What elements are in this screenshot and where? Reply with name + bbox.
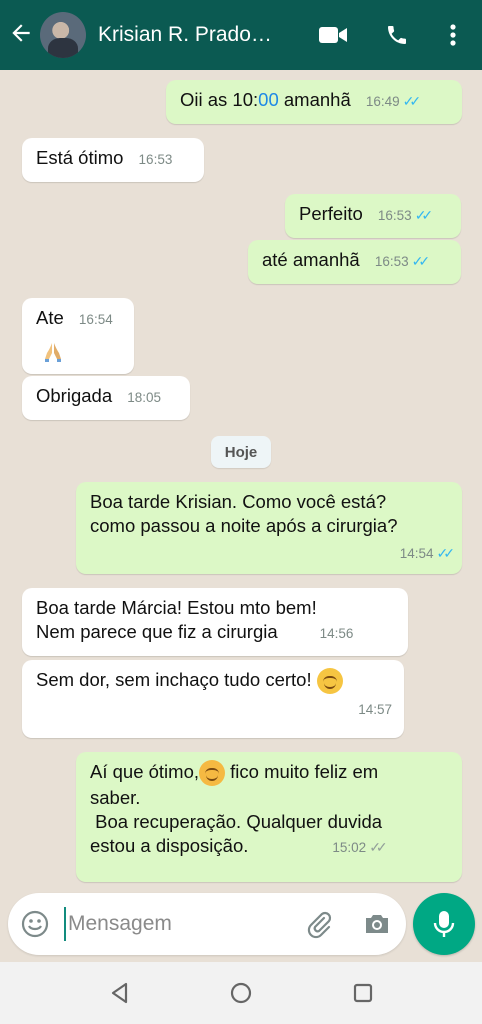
message-text: Aí que ótimo, <box>90 761 200 782</box>
message-time: 14:57 <box>358 702 392 718</box>
message-text: Sem dor, sem inchaço tudo certo! <box>36 669 312 690</box>
message-text-line: Boa tarde Krisian. Como você está? <box>90 491 387 512</box>
message-bubble-incoming[interactable]: Sem dor, sem inchaço tudo certo! 14:57 <box>22 660 404 738</box>
home-circle-icon[interactable] <box>228 980 254 1006</box>
message-bubble-incoming[interactable]: Obrigada 18:05 <box>22 376 190 420</box>
message-bubble-incoming[interactable]: Boa tarde Márcia! Estou mto bem! Nem par… <box>22 588 408 656</box>
message-text: fico muito feliz em <box>225 761 379 782</box>
message-text-line: Aí que ótimo, fico muito feliz em <box>90 760 450 787</box>
recent-apps-icon[interactable] <box>350 980 376 1006</box>
message-text: até amanhã <box>262 249 360 270</box>
phone-icon[interactable] <box>380 18 414 52</box>
message-text: estou a disposição. <box>90 835 249 857</box>
paperclip-icon[interactable] <box>304 909 334 939</box>
praying-hands-icon <box>34 338 72 366</box>
message-input[interactable] <box>64 907 294 941</box>
time-link[interactable]: 00 <box>258 89 279 110</box>
message-text-line: Boa recuperação. Qualquer duvida <box>90 811 383 833</box>
emoji-icon[interactable] <box>20 909 50 939</box>
message-bubble-outgoing[interactable]: Oii as 10:00 amanhã 16:49 ✓✓ <box>166 80 462 124</box>
message-time: 16:53 <box>138 152 173 167</box>
message-text-line: como passou a noite após a cirurgia? <box>90 515 398 536</box>
message-bubble-incoming[interactable]: Está ótimo 16:53 <box>22 138 204 182</box>
camera-icon[interactable] <box>362 909 392 939</box>
read-ticks-icon: ✓✓ <box>411 253 431 269</box>
avatar[interactable] <box>40 12 86 58</box>
message-time: 14:56 <box>319 626 354 641</box>
message-list: Oii as 10:00 amanhã 16:49 ✓✓ Está ótimo 1… <box>0 70 482 890</box>
smiling-face-icon <box>316 668 343 695</box>
arrow-left-icon[interactable] <box>8 20 38 50</box>
message-bubble-outgoing[interactable]: Perfeito 16:53 ✓✓ <box>285 194 461 238</box>
message-text: Perfeito <box>299 203 363 224</box>
message-text-line: Nem parece que fiz a cirurgia 14:56 <box>36 620 396 646</box>
message-text-line: Boa tarde Márcia! Estou mto bem! <box>36 597 317 618</box>
read-ticks-icon: ✓✓ <box>414 207 434 223</box>
back-triangle-icon[interactable] <box>107 980 133 1006</box>
read-ticks-icon: ✓✓ <box>402 93 422 109</box>
message-text: Está ótimo <box>36 147 124 168</box>
day-separator: Hoje <box>211 436 271 468</box>
message-time: 16:49 <box>365 94 400 109</box>
message-text: Oii as 10: <box>180 89 259 110</box>
message-bubble-outgoing[interactable]: Boa tarde Krisian. Como você está? como … <box>76 482 462 574</box>
message-bubble-outgoing[interactable]: Aí que ótimo, fico muito feliz em saber.… <box>76 752 462 882</box>
smiling-blush-face-icon <box>199 760 226 787</box>
message-text: amanhã <box>278 89 351 110</box>
chat-header: Krisian R. Prado… <box>0 0 482 70</box>
microphone-icon[interactable] <box>413 893 475 955</box>
message-time: 14:54 <box>399 546 434 561</box>
video-call-icon[interactable] <box>316 18 350 52</box>
contact-name[interactable]: Krisian R. Prado… <box>98 23 298 47</box>
delivered-ticks-icon: ✓✓ <box>369 839 388 856</box>
message-text-line: saber. <box>90 787 141 809</box>
system-navigation-bar <box>0 962 482 1024</box>
message-text: Nem parece que fiz a cirurgia <box>36 621 278 642</box>
message-time: 16:53 <box>377 208 412 223</box>
message-text: Obrigada <box>36 385 113 406</box>
message-time: 18:05 <box>127 390 162 405</box>
message-time: 16:53 <box>374 254 409 269</box>
message-composer <box>8 893 406 955</box>
read-ticks-icon: ✓✓ <box>436 545 456 561</box>
more-vertical-icon[interactable] <box>436 18 470 52</box>
message-text-line: estou a disposição. 15:02 ✓✓ <box>90 834 450 860</box>
message-time: 15:02 <box>332 840 367 856</box>
message-time: 16:54 <box>78 312 113 327</box>
message-text: Ate <box>36 307 64 328</box>
message-text-line: Sem dor, sem inchaço tudo certo! <box>36 668 392 695</box>
message-bubble-outgoing[interactable]: até amanhã 16:53 ✓✓ <box>248 240 461 284</box>
